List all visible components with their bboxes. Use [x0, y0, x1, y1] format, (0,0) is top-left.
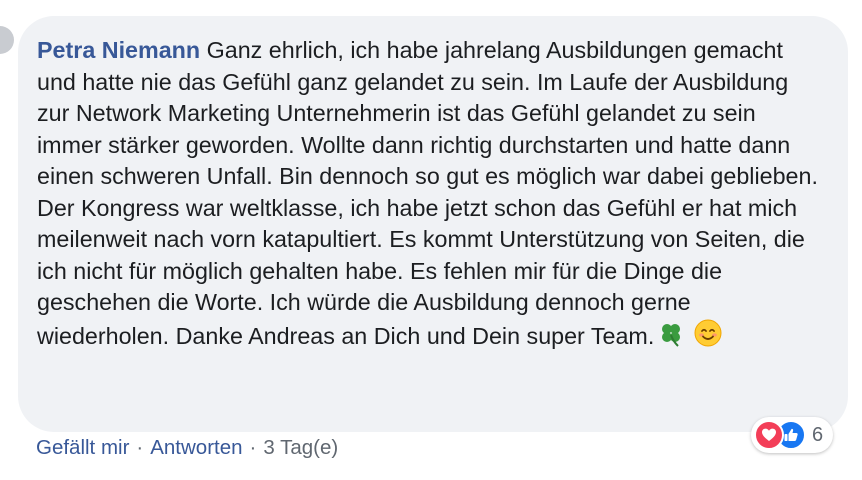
love-reaction-icon	[754, 420, 784, 450]
reaction-count: 6	[812, 423, 824, 446]
comment-bubble: Petra Niemann Ganz ehrlich, ich habe jah…	[18, 16, 848, 432]
comment-actions: Gefällt mir · Antworten · 3 Tag(e)	[36, 436, 338, 460]
reactions-summary[interactable]: 6	[751, 417, 834, 453]
timestamp[interactable]: 3 Tag(e)	[263, 436, 338, 459]
comment-text: Ganz ehrlich, ich habe jahrelang Ausbild…	[37, 37, 818, 349]
comment-author[interactable]: Petra Niemann	[37, 37, 200, 63]
separator: ·	[249, 436, 257, 459]
smiling-face-icon	[694, 319, 722, 356]
four-leaf-clover-icon	[658, 321, 684, 356]
like-link[interactable]: Gefällt mir	[36, 436, 129, 459]
separator: ·	[136, 436, 144, 459]
avatar[interactable]	[0, 26, 14, 54]
reply-link[interactable]: Antworten	[150, 436, 242, 459]
comment-body: Petra Niemann Ganz ehrlich, ich habe jah…	[37, 35, 826, 355]
